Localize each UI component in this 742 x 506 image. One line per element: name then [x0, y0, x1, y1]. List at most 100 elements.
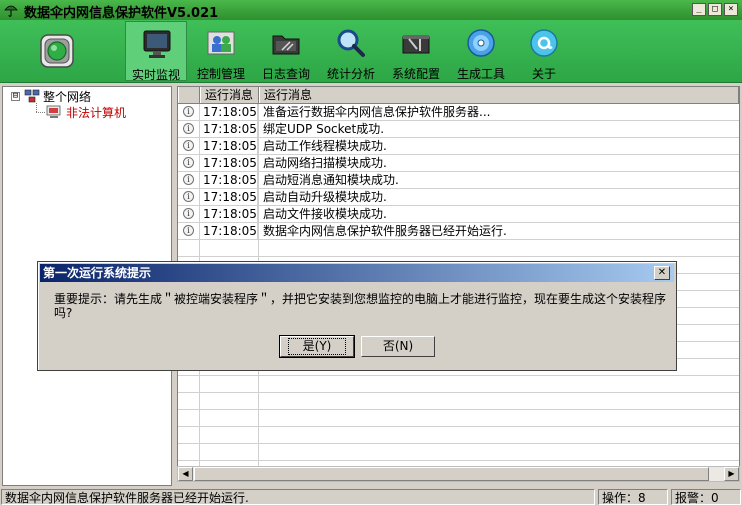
log-icon-cell: i: [178, 189, 200, 205]
log-row-empty[interactable]: [178, 393, 739, 410]
header-time-column[interactable]: 运行消息: [200, 87, 259, 103]
magnifier-icon: [337, 29, 365, 57]
log-icon-cell: i: [178, 155, 200, 171]
toolbar-about[interactable]: 关于: [513, 21, 575, 81]
log-message: 绑定UDP Socket成功.: [263, 122, 385, 136]
log-row-empty[interactable]: [178, 427, 739, 444]
dialog-yes-label: 是(Y): [287, 338, 347, 355]
log-row[interactable]: i 17:18:05 启动文件接收模块成功.: [178, 206, 739, 223]
log-icon-cell: i: [178, 104, 200, 120]
log-time: 17:18:05: [200, 189, 258, 205]
toolbar-generate-tool[interactable]: 生成工具: [450, 21, 512, 81]
tree-node-network[interactable]: ⊟ 整个网络: [11, 88, 91, 104]
log-icon-cell: i: [178, 172, 200, 188]
toolbar-label: 生成工具: [456, 67, 505, 81]
log-row-empty[interactable]: [178, 444, 739, 461]
log-row[interactable]: i 17:18:05 绑定UDP Socket成功.: [178, 121, 739, 138]
log-message: 启动自动升级模块成功.: [263, 190, 387, 204]
log-message: 启动网络扫描模块成功.: [263, 156, 387, 170]
log-row-empty[interactable]: [178, 410, 739, 427]
log-row[interactable]: i 17:18:05 启动短消息通知模块成功.: [178, 172, 739, 189]
info-icon: i: [183, 174, 194, 185]
dialog-message: 重要提示：请先生成＂被控端安装程序＂，并把它安装到您想监控的电脑上才能进行监控，…: [54, 292, 667, 320]
log-icon-cell: i: [178, 138, 200, 154]
scroll-left-arrow-icon[interactable]: ◀: [178, 467, 193, 481]
info-icon: i: [183, 140, 194, 151]
tree-node-illegal-computers[interactable]: 非法计算机: [46, 104, 126, 120]
toolbar-control-management[interactable]: 控制管理: [190, 21, 252, 81]
log-row-empty[interactable]: [178, 376, 739, 393]
info-icon: i: [183, 208, 194, 219]
title-bar: 数据伞内网信息保护软件V5.021 _ □ ×: [0, 0, 742, 21]
scroll-right-arrow-icon[interactable]: ▶: [724, 467, 739, 481]
network-icon: [24, 89, 40, 103]
first-run-dialog: 第一次运行系统提示 ✕ 重要提示：请先生成＂被控端安装程序＂，并把它安装到您想监…: [37, 261, 677, 371]
status-operations: 操作：8: [598, 489, 668, 505]
tree-expander[interactable]: ⊟: [11, 91, 20, 101]
log-time: 17:18:05: [200, 172, 258, 188]
toolbar-label: 实时监视: [131, 68, 180, 82]
log-time: 17:18:05: [200, 104, 258, 120]
header-message-column[interactable]: 运行消息: [259, 87, 739, 103]
header-icon-column[interactable]: [178, 87, 200, 103]
toolbar-system-config[interactable]: 系统配置: [385, 21, 447, 81]
toolbox-icon: [402, 35, 430, 54]
toolbar-label: 控制管理: [196, 67, 245, 81]
dialog-yes-button[interactable]: 是(Y): [279, 335, 355, 358]
log-row-empty[interactable]: [178, 240, 739, 257]
log-time: 17:18:05: [200, 206, 258, 222]
tree-connector: [36, 103, 37, 112]
users-icon: [207, 31, 235, 55]
info-icon: i: [183, 106, 194, 117]
dialog-no-label: 否(N): [382, 339, 414, 353]
folder-icon: [272, 35, 300, 55]
log-message: 启动工作线程模块成功.: [263, 139, 387, 153]
minimize-button[interactable]: _: [692, 3, 706, 16]
toolbar-statistics[interactable]: 统计分析: [320, 21, 382, 81]
cd-icon: [467, 29, 495, 57]
log-row[interactable]: i 17:18:05 数据伞内网信息保护软件服务器已经开始运行.: [178, 223, 739, 240]
toolbar-label: 系统配置: [391, 67, 440, 81]
info-icon: i: [183, 225, 194, 236]
log-icon-cell: i: [178, 223, 200, 239]
log-time: 17:18:05: [200, 138, 258, 154]
at-icon: [530, 29, 558, 57]
maximize-button[interactable]: □: [708, 3, 722, 16]
tree-node-label: 整个网络: [43, 89, 92, 104]
log-message: 启动文件接收模块成功.: [263, 207, 387, 221]
toolbar-realtime-monitor[interactable]: 实时监视: [125, 21, 187, 82]
toolbar-label: 统计分析: [326, 67, 375, 81]
log-icon-cell: i: [178, 206, 200, 222]
log-row[interactable]: i 17:18:05 准备运行数据伞内网信息保护软件服务器...: [178, 104, 739, 121]
info-icon: i: [183, 157, 194, 168]
log-horizontal-scrollbar[interactable]: ◀ ▶: [177, 466, 740, 482]
dialog-close-button[interactable]: ✕: [654, 266, 670, 280]
log-message: 数据伞内网信息保护软件服务器已经开始运行.: [263, 224, 507, 238]
status-message: 数据伞内网信息保护软件服务器已经开始运行.: [1, 489, 595, 505]
log-row[interactable]: i 17:18:05 启动网络扫描模块成功.: [178, 155, 739, 172]
close-icon: ✕: [657, 267, 667, 278]
status-alarms: 报警：0: [671, 489, 741, 505]
illegal-computer-icon: [46, 105, 61, 118]
main-toolbar: 实时监视 控制管理 日志查询 统计分析 系统配置 生成工具 关于: [0, 20, 742, 83]
monitor-icon: [143, 30, 171, 58]
log-table-header: 运行消息 运行消息: [178, 87, 739, 104]
log-time: 17:18:05: [200, 155, 258, 171]
log-time: 17:18:05: [200, 121, 258, 137]
tree-node-label: 非法计算机: [66, 105, 127, 120]
info-icon: i: [183, 123, 194, 134]
toolbar-log-query[interactable]: 日志查询: [255, 21, 317, 81]
log-time: 17:18:05: [200, 223, 258, 239]
app-logo-icon: [40, 34, 74, 68]
log-row[interactable]: i 17:18:05 启动自动升级模块成功.: [178, 189, 739, 206]
dialog-no-button[interactable]: 否(N): [361, 336, 435, 357]
log-message: 启动短消息通知模块成功.: [263, 173, 399, 187]
tree-connector: [36, 112, 45, 113]
app-umbrella-icon: [4, 5, 18, 17]
scroll-thumb[interactable]: [194, 467, 709, 481]
log-icon-cell: i: [178, 121, 200, 137]
toolbar-label: 日志查询: [261, 67, 310, 81]
log-row[interactable]: i 17:18:05 启动工作线程模块成功.: [178, 138, 739, 155]
info-icon: i: [183, 191, 194, 202]
close-button[interactable]: ×: [724, 3, 738, 16]
